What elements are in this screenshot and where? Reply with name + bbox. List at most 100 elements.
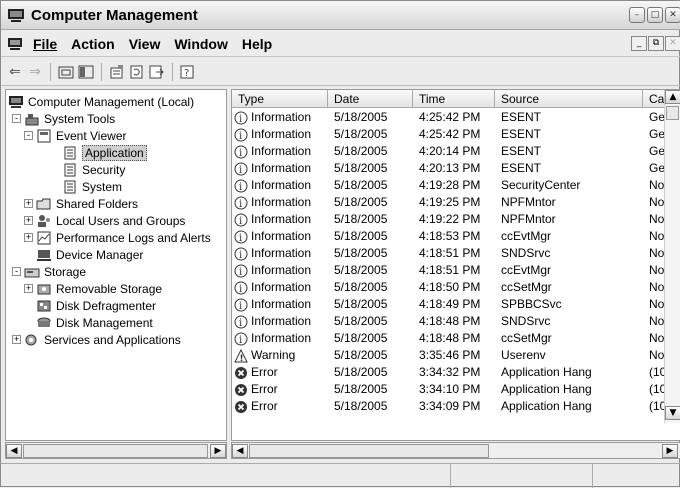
menu-help[interactable]: Help (242, 36, 272, 52)
column-header-source[interactable]: Source (495, 90, 643, 107)
type-cell: i Information (232, 194, 328, 211)
event-row[interactable]: iInformation5/18/20054:20:14 PMESENTGene (232, 143, 672, 160)
event-list[interactable]: Type Date Time Source Cate i Information 5/18/… (231, 89, 680, 441)
properties-icon[interactable] (107, 62, 127, 82)
list-horizontal-scrollbar[interactable]: ◀ ▶ (231, 442, 680, 459)
expand-icon[interactable]: + (24, 284, 33, 293)
event-date: 5/18/2005 (334, 399, 388, 413)
event-row[interactable]: i Information 5/18/2005 4:18:48 PM SNDSrvc No… (232, 313, 672, 330)
column-header-date[interactable]: Date (328, 90, 413, 107)
tree-item-services-and-applications[interactable]: + Services and Applications (12, 331, 181, 348)
tree-item-storage[interactable]: - Storage (12, 263, 86, 280)
tree-item-system-tools[interactable]: - System Tools (12, 110, 115, 127)
refresh-icon[interactable] (127, 62, 147, 82)
tree-item-shared-folders[interactable]: + Shared Folders (24, 195, 138, 212)
close-button[interactable]: ✕ (665, 7, 680, 23)
title-bar[interactable]: Computer Management – □ ✕ (1, 1, 680, 30)
console-tree[interactable]: Computer Management (Local) - System Tools… (5, 89, 227, 441)
event-row[interactable]: Error 5/18/2005 3:34:10 PM Application Hang… (232, 381, 672, 398)
tree-horizontal-scrollbar[interactable]: ◀ ▶ (5, 442, 227, 459)
type-cell: i Information (232, 262, 328, 279)
tree-item-security[interactable]: Security (50, 161, 125, 178)
event-row[interactable]: i Information 5/18/2005 4:18:53 PM ccEvtMgr N… (232, 228, 672, 245)
tree-item-application[interactable]: Application (50, 144, 147, 161)
column-header-type[interactable]: Type (232, 90, 328, 107)
tree-item-label: Application (82, 144, 147, 161)
expand-icon[interactable]: + (12, 335, 21, 344)
svg-text:i: i (239, 165, 242, 176)
child-close-button[interactable]: ✕ (665, 36, 680, 51)
scroll-down-button[interactable]: ▼ (665, 406, 680, 420)
tree-item-removable-storage[interactable]: + Removable Storage (24, 280, 162, 297)
minimize-button[interactable]: – (629, 7, 645, 23)
event-row[interactable]: i Information 5/18/2005 4:18:48 PM ccSetMgr N… (232, 330, 672, 347)
tree-item-system[interactable]: System (50, 178, 122, 195)
error-icon (235, 366, 247, 379)
event-type: Information (251, 161, 312, 175)
child-minimize-button[interactable]: _ (631, 36, 647, 51)
shared-folder-icon (36, 198, 51, 209)
tree-item-event-viewer[interactable]: - Event Viewer (24, 127, 126, 144)
tree-item-local-users-and-groups[interactable]: + Local Users and Groups (24, 212, 185, 229)
svg-text:i: i (239, 233, 242, 244)
event-time: 4:18:49 PM (419, 297, 481, 311)
event-source: ccSetMgr (501, 331, 552, 345)
console-icon[interactable] (7, 37, 23, 51)
type-cell: i Information (232, 279, 328, 296)
list-scroll-thumb[interactable] (249, 444, 489, 458)
event-row[interactable]: iInformation5/18/20054:25:42 PMESENTGene (232, 109, 672, 126)
maximize-button[interactable]: □ (647, 7, 663, 23)
event-row[interactable]: Error 5/18/2005 3:34:32 PM Application Hang… (232, 364, 672, 381)
child-restore-button[interactable]: ⧉ (648, 36, 664, 51)
event-row[interactable]: i Information 5/18/2005 4:18:51 PM SNDSrvc No… (232, 245, 672, 262)
menu-window[interactable]: Window (174, 36, 228, 52)
tree-scroll-left-button[interactable]: ◀ (6, 444, 22, 458)
tree-item-performance-logs-and-alerts[interactable]: + Performance Logs and Alerts (24, 229, 211, 246)
event-source: NPFMntor (501, 212, 556, 226)
event-row[interactable]: i Information 5/18/2005 4:19:25 PM NPFMntor N… (232, 194, 672, 211)
event-row[interactable]: iInformation5/18/20054:25:42 PMESENTGene (232, 126, 672, 143)
expand-icon[interactable]: + (24, 233, 33, 242)
list-scroll-left-button[interactable]: ◀ (232, 444, 248, 458)
event-row[interactable]: !Warning5/18/20053:35:46 PMUserenvNone (232, 347, 672, 364)
tree-item-computer-management-local[interactable]: Computer Management (Local) (8, 93, 194, 110)
help-icon[interactable]: ? (178, 62, 198, 82)
up-folder-icon[interactable] (56, 62, 76, 82)
tree-scroll-right-button[interactable]: ▶ (210, 444, 226, 458)
vertical-scrollbar[interactable]: ▲ ▼ (664, 90, 680, 423)
forward-icon[interactable]: ⇒ (25, 62, 45, 82)
event-date: 5/18/2005 (334, 348, 388, 362)
collapse-icon[interactable]: - (12, 114, 21, 123)
show-hide-tree-icon[interactable] (76, 62, 96, 82)
event-time: 4:20:13 PM (419, 161, 481, 175)
list-scroll-right-button[interactable]: ▶ (662, 444, 678, 458)
menu-view[interactable]: View (129, 36, 161, 52)
event-row[interactable]: i Information 5/18/2005 4:19:28 PM SecurityC… (232, 177, 672, 194)
tree-item-label: Disk Management (56, 315, 153, 330)
scroll-up-button[interactable]: ▲ (665, 90, 680, 104)
collapse-icon[interactable]: - (24, 131, 33, 140)
event-time: 4:18:48 PM (419, 331, 481, 345)
collapse-icon[interactable]: - (12, 267, 21, 276)
event-row[interactable]: i Information 5/18/2005 4:18:50 PM ccSetMgr N… (232, 279, 672, 296)
vertical-scroll-thumb[interactable] (666, 106, 679, 120)
column-header-time[interactable]: Time (413, 90, 495, 107)
menu-action[interactable]: Action (71, 36, 115, 52)
back-icon[interactable]: ⇐ (5, 62, 25, 82)
event-row[interactable]: i Information 5/18/2005 4:18:49 PM SPBBCSvc N… (232, 296, 672, 313)
event-row[interactable]: Error 5/18/2005 3:34:09 PM Application Hang… (232, 398, 672, 415)
export-icon[interactable] (147, 62, 167, 82)
tools-icon (25, 113, 39, 125)
tree-item-disk-defragmenter[interactable]: Disk Defragmenter (24, 297, 156, 314)
expand-icon[interactable]: + (24, 199, 33, 208)
tree-item-device-manager[interactable]: Device Manager (24, 246, 143, 263)
expand-icon[interactable]: + (24, 216, 33, 225)
tree-item-label: Services and Applications (44, 332, 181, 347)
tree-item-disk-management[interactable]: Disk Management (24, 314, 153, 331)
event-row[interactable]: iInformation5/18/20054:20:13 PMESENTGene (232, 160, 672, 177)
event-row[interactable]: i Information 5/18/2005 4:18:51 PM ccEvtMgr N… (232, 262, 672, 279)
event-row[interactable]: i Information 5/18/2005 4:19:22 PM NPFMntor N… (232, 211, 672, 228)
information-icon: i (234, 332, 248, 346)
menu-file[interactable]: File (33, 36, 57, 52)
tree-scroll-thumb[interactable] (23, 444, 208, 458)
